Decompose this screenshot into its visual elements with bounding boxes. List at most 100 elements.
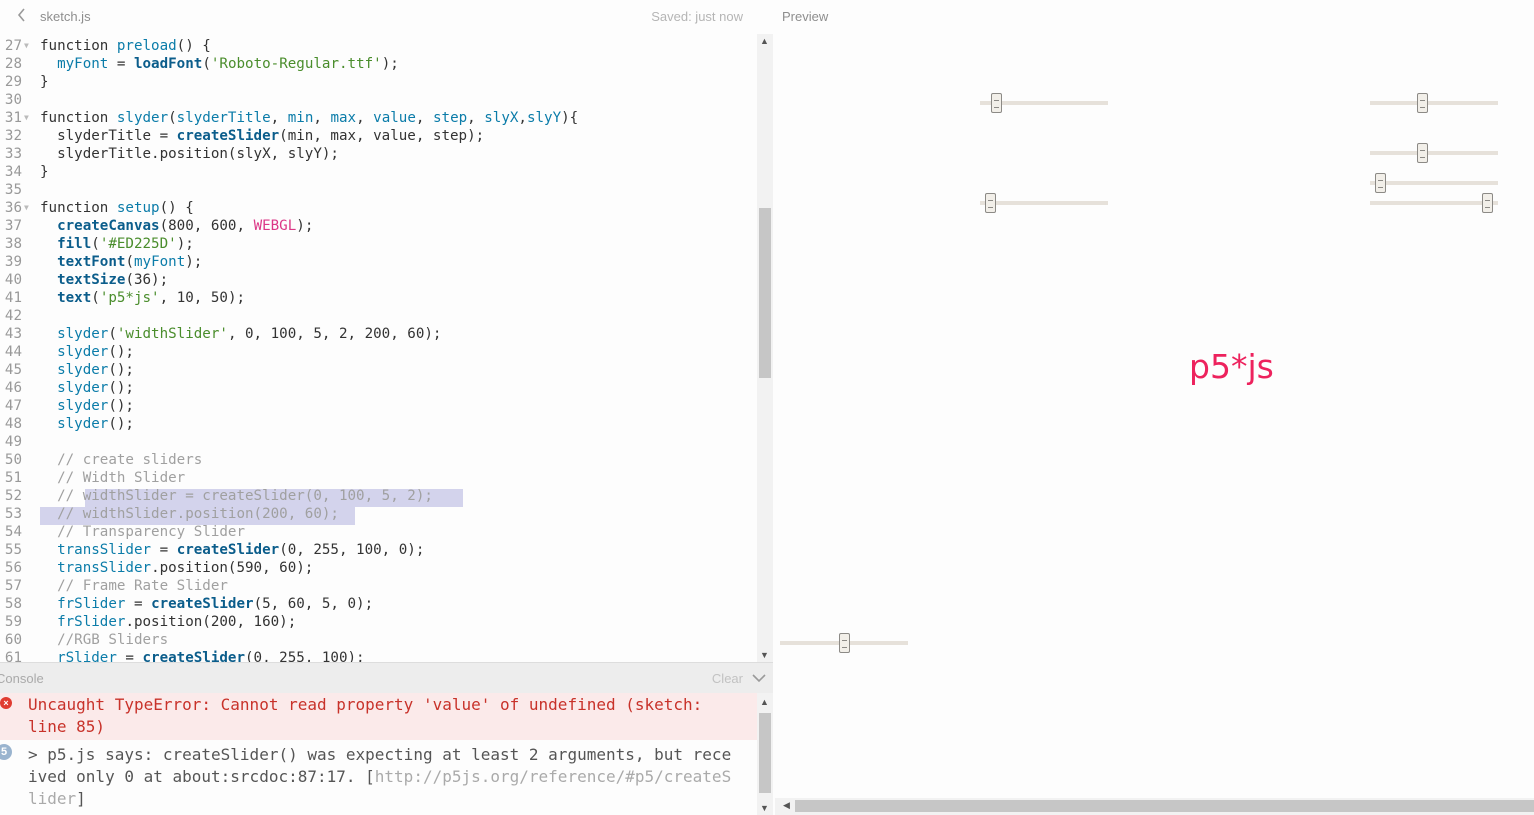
fold-arrow-icon[interactable]: ▼	[24, 109, 29, 127]
chevron-down-icon[interactable]	[751, 670, 767, 686]
width-slider[interactable]	[980, 93, 1108, 113]
frame-rate-slider[interactable]	[980, 193, 1108, 213]
code-token: fill	[57, 236, 92, 252]
code-line[interactable]: 47 slyder();	[0, 397, 757, 415]
console-header: Console Clear	[0, 662, 773, 693]
code-line[interactable]: 38 fill('#ED225D');	[0, 235, 757, 253]
slider-handle[interactable]	[1417, 143, 1428, 163]
code-token: () {	[176, 38, 211, 54]
fold-arrow-icon[interactable]: ▼	[24, 199, 29, 217]
code-token: (5, 60, 5, 0);	[253, 596, 374, 612]
console-clear-button[interactable]: Clear	[712, 671, 743, 686]
file-name[interactable]: sketch.js	[40, 9, 91, 24]
preview-scrollbar[interactable]: ◀	[775, 798, 1534, 815]
code-line[interactable]: 54 // Transparency Slider	[0, 523, 757, 541]
code-token: }	[40, 74, 49, 90]
code-line[interactable]: 28 myFont = loadFont('Roboto-Regular.ttf…	[0, 55, 757, 73]
code-line[interactable]: 46 slyder();	[0, 379, 757, 397]
line-number: 30	[4, 92, 22, 108]
code-line[interactable]: 33 slyderTitle.position(slyX, slyY);	[0, 145, 757, 163]
code-text: slyder();	[40, 397, 134, 415]
code-line[interactable]: 50 // create sliders	[0, 451, 757, 469]
code-line[interactable]: 30	[0, 91, 757, 109]
scroll-up-icon[interactable]: ▲	[760, 697, 769, 707]
code-line[interactable]: 27 ▼ function preload() {	[0, 37, 757, 55]
code-line[interactable]: 32 slyderTitle = createSlider(min, max, …	[0, 127, 757, 145]
slider-handle[interactable]	[1482, 193, 1493, 213]
console-info-message: 5 > p5.js says: createSlider() was expec…	[0, 740, 757, 815]
code-token: frSlider	[57, 614, 126, 630]
scrollbar-thumb[interactable]	[759, 713, 771, 793]
code-line[interactable]: 60 //RGB Sliders	[0, 631, 757, 649]
code-line[interactable]: 52 // widthSlider = createSlider(0, 100,…	[0, 487, 757, 505]
code-line[interactable]: 37 createCanvas(800, 600, WEBGL);	[0, 217, 757, 235]
code-token: min	[287, 110, 314, 126]
code-line[interactable]: 55 transSlider = createSlider(0, 255, 10…	[0, 541, 757, 559]
slider[interactable]	[1370, 143, 1498, 163]
code-line[interactable]: 34}	[0, 163, 757, 181]
slider[interactable]	[1370, 193, 1498, 213]
code-token: ,	[415, 110, 433, 126]
fold-arrow-icon[interactable]: ▼	[24, 37, 29, 55]
code-line[interactable]: 44 slyder();	[0, 343, 757, 361]
code-token: createSlider	[176, 128, 280, 144]
code-line[interactable]: 61 rSlider = createSlider(0, 255, 100);	[0, 649, 757, 662]
code-line[interactable]: 42	[0, 307, 757, 325]
slider-track	[1370, 181, 1498, 185]
editor-scrollbar[interactable]: ▲ ▼	[757, 34, 773, 662]
code-line[interactable]: 49	[0, 433, 757, 451]
code-token: preload	[116, 38, 177, 54]
code-token: , 0, 100, 5, 2, 200, 60);	[227, 326, 442, 342]
scroll-down-icon[interactable]: ▼	[760, 650, 769, 660]
code-token: createSlider	[176, 542, 280, 558]
scroll-up-icon[interactable]: ▲	[760, 36, 769, 46]
scrollbar-thumb[interactable]	[759, 208, 771, 378]
code-token: ();	[108, 344, 134, 360]
code-line[interactable]: 58 frSlider = createSlider(5, 60, 5, 0);	[0, 595, 757, 613]
code-line[interactable]: 31 ▼ function slyder(slyderTitle, min, max…	[0, 109, 757, 127]
scroll-left-icon[interactable]: ◀	[783, 800, 790, 811]
code-line[interactable]: 59 frSlider.position(200, 160);	[0, 613, 757, 631]
line-number: 29	[4, 74, 22, 90]
code-line[interactable]: 29}	[0, 73, 757, 91]
slider-track	[1370, 101, 1498, 105]
line-number: 55	[4, 542, 22, 558]
scroll-down-icon[interactable]: ▼	[760, 803, 769, 813]
code-line[interactable]: 35	[0, 181, 757, 199]
code-line[interactable]: 39 textFont(myFont);	[0, 253, 757, 271]
code-text: // widthSlider.position(200, 60);	[40, 505, 339, 523]
code-line[interactable]: 43 slyder('widthSlider', 0, 100, 5, 2, 2…	[0, 325, 757, 343]
code-token: // Transparency Slider	[40, 524, 245, 540]
code-editor[interactable]: 27 ▼ function preload() {28 myFont = loadF…	[0, 34, 773, 662]
info-close: ]	[76, 789, 86, 808]
slider-handle[interactable]	[1417, 93, 1428, 113]
console-scrollbar[interactable]: ▲ ▼	[757, 693, 773, 815]
code-line[interactable]: 41 text('p5*js', 10, 50);	[0, 289, 757, 307]
slider[interactable]	[780, 633, 908, 653]
code-token: slyderTitle.position(slyX, slyY);	[40, 146, 339, 162]
chevron-left-icon[interactable]	[16, 7, 30, 25]
line-number: 40	[4, 272, 22, 288]
code-line[interactable]: 36 ▼ function setup() {	[0, 199, 757, 217]
transparency-slider[interactable]	[1370, 93, 1498, 113]
code-token: transSlider	[57, 560, 152, 576]
code-line[interactable]: 57 // Frame Rate Slider	[0, 577, 757, 595]
preview-canvas[interactable]	[775, 34, 1534, 798]
code-token: (	[91, 236, 100, 252]
code-line[interactable]: 53 // widthSlider.position(200, 60);	[0, 505, 757, 523]
slider-handle[interactable]	[991, 93, 1002, 113]
slider-handle[interactable]	[985, 193, 996, 213]
line-number: 38	[4, 236, 22, 252]
code-line[interactable]: 40 textSize(36);	[0, 271, 757, 289]
code-line[interactable]: 56 transSlider.position(590, 60);	[0, 559, 757, 577]
slider-handle[interactable]	[1375, 173, 1386, 193]
code-line[interactable]: 45 slyder();	[0, 361, 757, 379]
slider[interactable]	[1370, 173, 1498, 193]
code-line[interactable]: 51 // Width Slider	[0, 469, 757, 487]
slider-handle[interactable]	[839, 633, 850, 653]
code-line[interactable]: 48 slyder();	[0, 415, 757, 433]
scrollbar-thumb[interactable]	[795, 800, 1534, 812]
